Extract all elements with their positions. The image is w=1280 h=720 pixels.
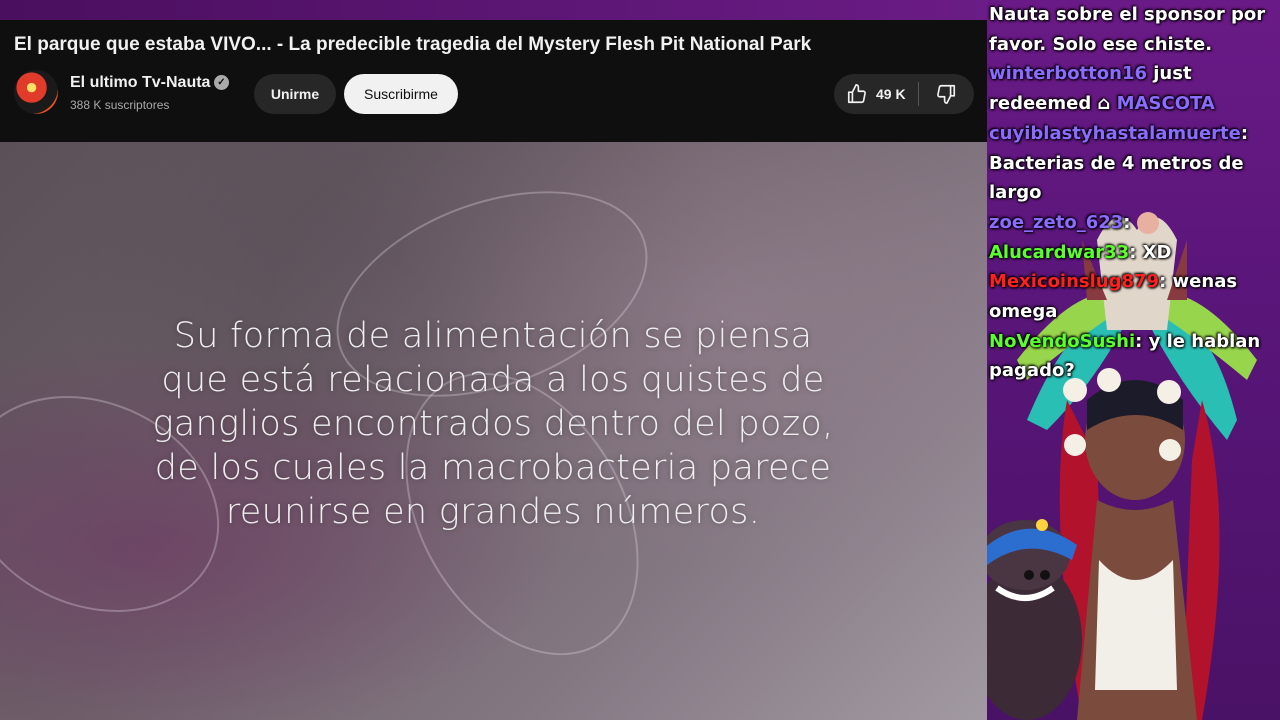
chat-text: MASCOTA: [1116, 93, 1215, 115]
video-caption: Su forma de alimentación se piensa que e…: [120, 314, 866, 534]
verified-icon: ✓: [214, 75, 229, 90]
channel-name[interactable]: El ultimo Tv-Nauta: [70, 74, 210, 92]
chat-message: NoVendoSushi: y le hablan pagado?: [989, 327, 1277, 386]
caption-line: que está relacionada a los quistes de: [161, 360, 825, 400]
chat-username: NoVendoSushi: [989, 330, 1136, 352]
dislike-icon: [937, 84, 956, 104]
stream-chat: Nauta sobre el sponsor por favor. Solo e…: [989, 0, 1277, 386]
video-title: El parque que estaba VIVO... - La predec…: [14, 34, 812, 55]
chat-message: cuyiblastyhastalamuerte: Bacterias de 4 …: [989, 119, 1277, 208]
chat-message: Alucardwar33: XD: [989, 238, 1277, 268]
chat-text: :: [1123, 211, 1137, 233]
chat-username: winterbotton16: [989, 63, 1147, 85]
caption-line: reunirse en grandes números.: [225, 492, 761, 532]
like-icon: [847, 84, 866, 104]
caption-line: Su forma de alimentación se piensa: [173, 316, 813, 356]
video-player[interactable]: Su forma de alimentación se piensa que e…: [0, 142, 987, 720]
caption-line: ganglios encontrados dentro del pozo,: [152, 404, 834, 444]
emote-icon: [1136, 211, 1159, 234]
chat-message: Mexicoinslug879: wenas omega: [989, 267, 1277, 326]
chat-username: zoe_zeto_623: [989, 211, 1124, 233]
stream-overlay-panel: Nauta sobre el sponsor por favor. Solo e…: [987, 0, 1280, 720]
channel-avatar[interactable]: [14, 70, 58, 114]
video-info-panel: El parque que estaba VIVO... - La predec…: [0, 20, 987, 142]
like-button[interactable]: 49 K: [834, 74, 914, 114]
subscriber-count: 388 K suscriptores: [70, 98, 170, 112]
dislike-button[interactable]: [919, 74, 973, 114]
subscribe-button[interactable]: Suscribirme: [344, 74, 458, 114]
chat-text: : XD: [1129, 241, 1172, 263]
like-dislike-group: 49 K: [834, 74, 974, 114]
chat-message: zoe_zeto_623:: [989, 208, 1277, 238]
chat-username: cuyiblastyhastalamuerte: [989, 122, 1241, 144]
chat-username: Mexicoinslug879: [989, 271, 1160, 293]
chat-message: Nauta sobre el sponsor por favor. Solo e…: [989, 0, 1277, 59]
chat-message: winterbotton16 just redeemed ⌂ MASCOTA: [989, 59, 1277, 118]
caption-line: de los cuales la macrobacteria parece: [154, 448, 832, 488]
chat-username: Alucardwar33: [989, 241, 1130, 263]
browser-top-strip: [0, 0, 987, 20]
join-button[interactable]: Unirme: [254, 74, 336, 114]
like-count: 49 K: [876, 86, 906, 102]
reward-icon: ⌂: [1097, 93, 1117, 115]
chat-text: Nauta sobre el sponsor por favor. Solo e…: [989, 4, 1266, 55]
